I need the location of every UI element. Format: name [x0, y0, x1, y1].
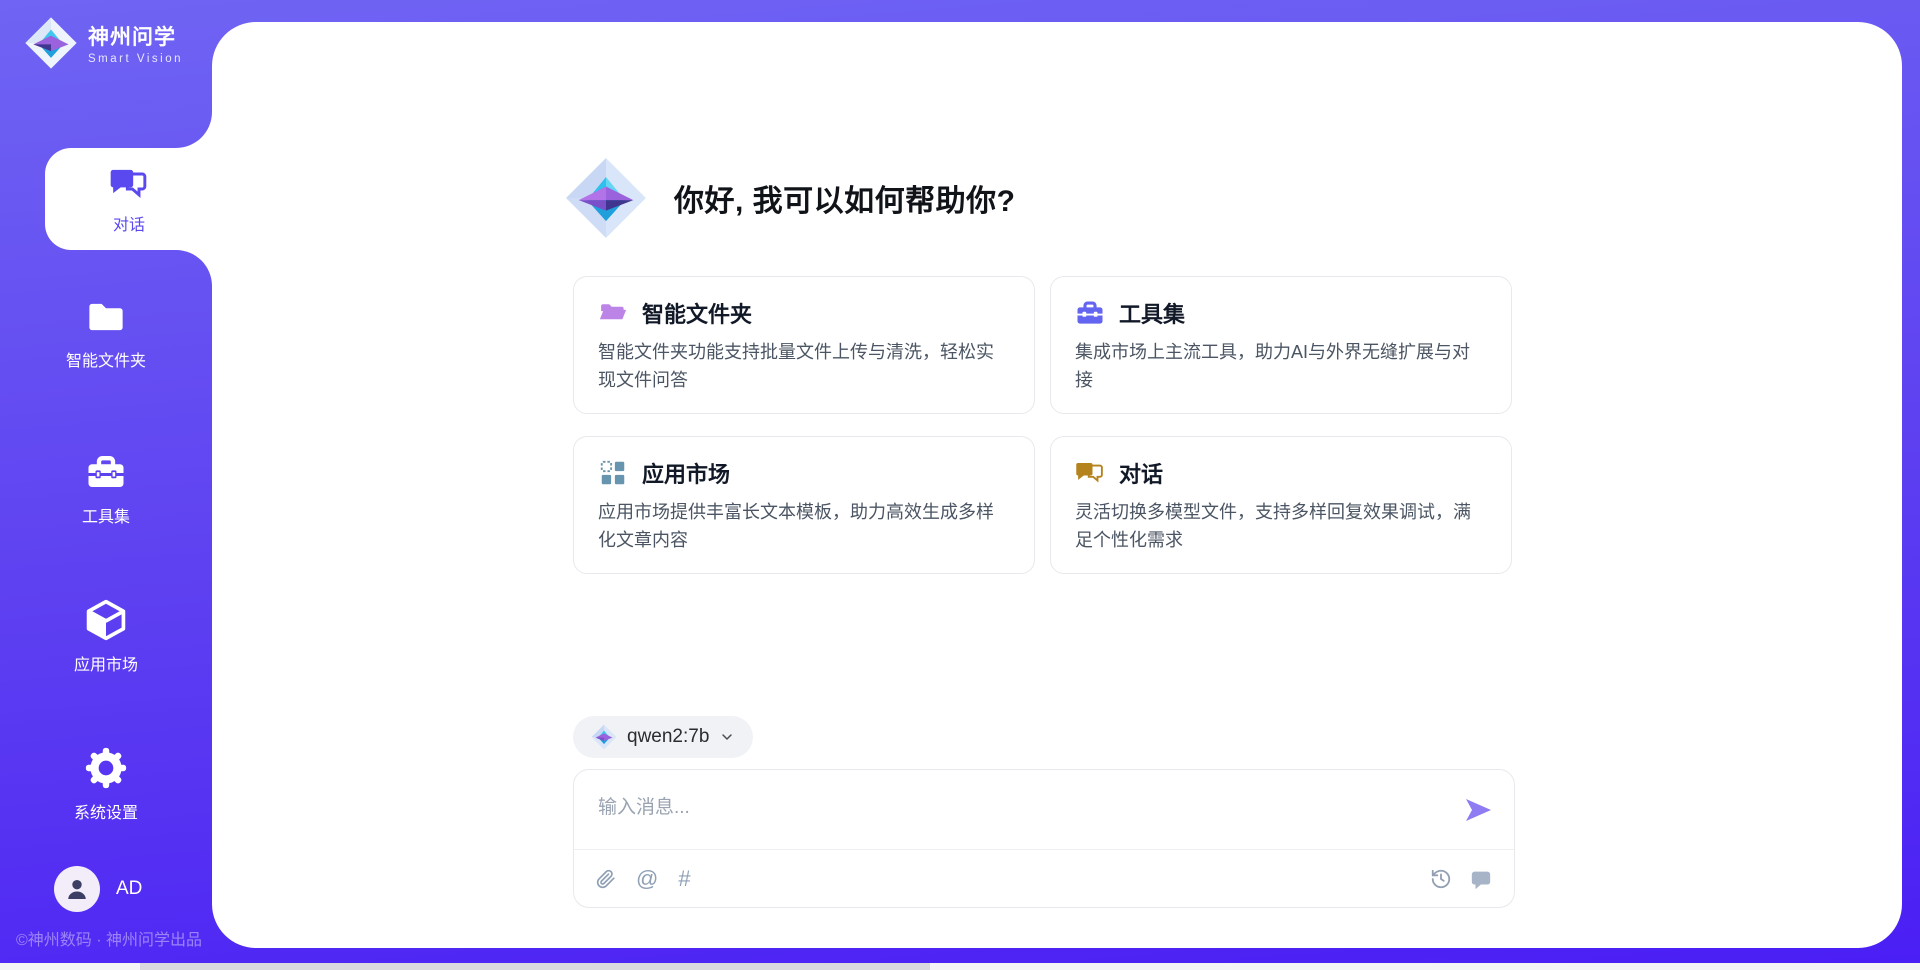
- person-icon: [62, 874, 92, 904]
- message-composer: @ #: [573, 769, 1515, 908]
- composer-toolbar: @ #: [574, 850, 1514, 907]
- history-icon[interactable]: [1430, 868, 1452, 890]
- hashtag-icon[interactable]: #: [678, 868, 690, 890]
- page-title: 你好, 我可以如何帮助你?: [674, 176, 1016, 220]
- sidebar-footer: ©神州数码 · 神州问学出品: [16, 926, 202, 950]
- blocks-icon: [598, 458, 628, 488]
- card-description: 智能文件夹功能支持批量文件上传与清洗，轻松实现文件问答: [598, 339, 1010, 395]
- card-description: 灵活切换多模型文件，支持多样回复效果调试，满足个性化需求: [1075, 499, 1487, 555]
- toolbox-icon: [1075, 298, 1105, 328]
- folder-icon: [83, 296, 129, 338]
- brand-logo-icon: [24, 16, 78, 70]
- chat-bubbles-icon: [1075, 458, 1105, 488]
- card-header: 应用市场: [598, 457, 1010, 489]
- sidebar-item-smart-folder[interactable]: 智能文件夹: [0, 296, 212, 371]
- gear-icon: [83, 746, 129, 790]
- sidebar-item-label: 系统设置: [74, 799, 138, 823]
- sidebar-item-app-market[interactable]: 应用市场: [0, 598, 212, 675]
- card-app-market[interactable]: 应用市场 应用市场提供丰富长文本模板，助力高效生成多样化文章内容: [573, 436, 1035, 574]
- main-content-panel: 你好, 我可以如何帮助你? 智能文件夹 智能文件夹功能支持批量文件上传与清洗，轻…: [212, 22, 1902, 948]
- user-profile[interactable]: AD: [54, 866, 142, 912]
- sidebar-item-label: 应用市场: [74, 651, 138, 675]
- sidebar-item-settings[interactable]: 系统设置: [0, 746, 212, 823]
- user-name: AD: [116, 878, 142, 900]
- message-input[interactable]: [598, 780, 1438, 836]
- sidebar-item-toolset[interactable]: 工具集: [0, 452, 212, 527]
- chevron-down-icon: [719, 729, 735, 745]
- brand: 神州问学 Smart Vision: [24, 16, 183, 70]
- card-header: 智能文件夹: [598, 297, 1010, 329]
- avatar: [54, 866, 100, 912]
- card-chat[interactable]: 对话 灵活切换多模型文件，支持多样回复效果调试，满足个性化需求: [1050, 436, 1512, 574]
- card-title: 对话: [1119, 457, 1163, 489]
- brand-subtitle: Smart Vision: [88, 53, 183, 65]
- diamond-logo-icon: [564, 156, 648, 240]
- card-header: 对话: [1075, 457, 1487, 489]
- card-smart-folder[interactable]: 智能文件夹 智能文件夹功能支持批量文件上传与清洗，轻松实现文件问答: [573, 276, 1035, 414]
- diamond-logo-icon: [591, 724, 617, 750]
- model-name: qwen2:7b: [627, 726, 709, 748]
- sidebar-item-label: 工具集: [82, 503, 130, 527]
- open-folder-icon: [598, 298, 628, 328]
- feature-cards: 智能文件夹 智能文件夹功能支持批量文件上传与清洗，轻松实现文件问答 工具集 集成…: [573, 276, 1512, 574]
- mention-icon[interactable]: @: [636, 868, 658, 890]
- horizontal-scrollbar[interactable]: [0, 963, 1920, 970]
- brand-text: 神州问学 Smart Vision: [88, 21, 183, 65]
- sidebar-item-label: 智能文件夹: [66, 347, 146, 371]
- scrollbar-thumb[interactable]: [140, 963, 930, 970]
- send-icon[interactable]: [1462, 794, 1494, 826]
- model-selector[interactable]: qwen2:7b: [573, 716, 753, 758]
- sidebar: 神州问学 Smart Vision 智能文件夹 工具集 应用市场: [0, 0, 212, 970]
- toolbox-icon: [83, 452, 129, 494]
- card-toolset[interactable]: 工具集 集成市场上主流工具，助力AI与外界无缝扩展与对接: [1050, 276, 1512, 414]
- card-description: 应用市场提供丰富长文本模板，助力高效生成多样化文章内容: [598, 499, 1010, 555]
- card-title: 应用市场: [642, 457, 730, 489]
- composer-right-tools: [1430, 868, 1492, 890]
- brand-name: 神州问学: [88, 21, 183, 51]
- card-title: 智能文件夹: [642, 297, 752, 329]
- card-header: 工具集: [1075, 297, 1487, 329]
- hero-greeting: 你好, 我可以如何帮助你?: [564, 156, 1016, 240]
- cube-icon: [83, 598, 129, 642]
- card-description: 集成市场上主流工具，助力AI与外界无缝扩展与对接: [1075, 339, 1487, 395]
- composer-left-tools: @ #: [596, 868, 691, 890]
- card-title: 工具集: [1119, 297, 1185, 329]
- chat-bubble-icon[interactable]: [1470, 868, 1492, 890]
- paperclip-icon[interactable]: [596, 868, 616, 890]
